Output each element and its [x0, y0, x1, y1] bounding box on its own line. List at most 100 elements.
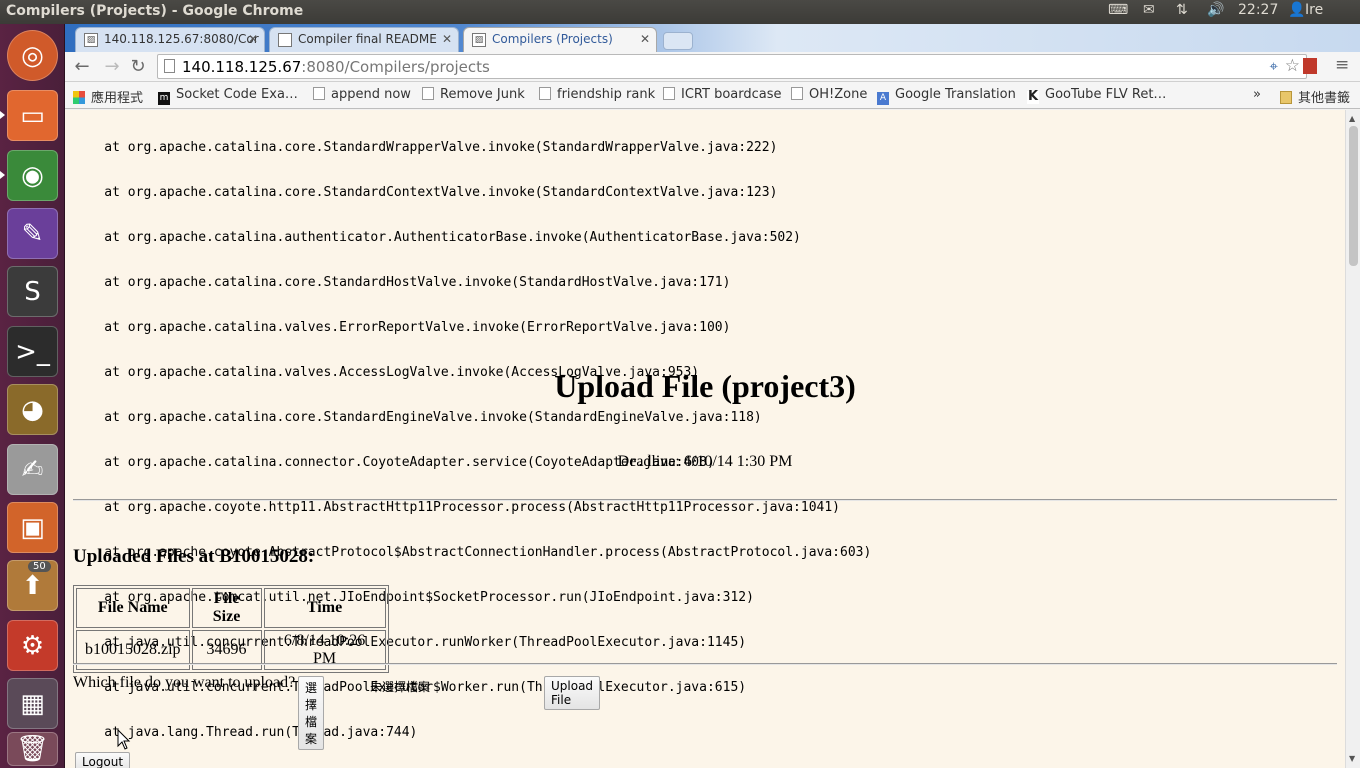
gimp-icon[interactable]: ◕	[7, 384, 58, 435]
trash-icon[interactable]: 🗑	[7, 732, 58, 766]
new-tab-button[interactable]	[663, 32, 693, 50]
k-icon: K	[1027, 89, 1039, 104]
url-host: 140.118.125.67	[182, 58, 302, 76]
software-center-icon[interactable]: ▣	[7, 502, 58, 553]
divider	[73, 499, 1337, 501]
bookmark-friendship-rank[interactable]: friendship rank	[539, 87, 655, 102]
terminal-icon[interactable]: >_	[7, 326, 58, 377]
scroll-up-icon[interactable]: ▲	[1349, 114, 1355, 123]
network-icon[interactable]: ⇅	[1176, 2, 1188, 18]
tab-label: 140.118.125.67:8080/Cor	[104, 32, 259, 46]
uploaded-files-heading: Uploaded Files at B10015028:	[73, 546, 315, 567]
scroll-down-icon[interactable]: ▼	[1349, 754, 1355, 763]
folder-icon	[1280, 91, 1292, 104]
update-count-badge: 50	[28, 561, 51, 572]
tab-3-active[interactable]: ▨ Compilers (Projects) ✕	[463, 27, 657, 52]
choose-file-button[interactable]: 選擇檔案	[298, 676, 325, 750]
bookmarks-overflow-icon[interactable]: »	[1253, 87, 1261, 102]
bookmark-icrt[interactable]: ICRT boardcase	[663, 87, 782, 102]
bookmark-apps[interactable]: 應用程式	[73, 87, 143, 106]
page-icon	[539, 87, 551, 100]
bookmark-append-now[interactable]: append now	[313, 87, 411, 102]
volume-icon[interactable]: 🔊	[1207, 2, 1224, 18]
page-icon	[422, 87, 434, 100]
translate-icon: A	[877, 92, 889, 105]
upload-prompt: Which file do you want to upload?	[73, 674, 296, 691]
upload-form: Which file do you want to upload? 選擇檔案 未…	[73, 674, 601, 750]
stack-trace-line: at org.apache.catalina.valves.ErrorRepor…	[73, 320, 731, 335]
page-title: Upload File (project3)	[554, 368, 856, 404]
text-editor-icon[interactable]: ✍	[7, 444, 58, 495]
reload-icon[interactable]: ↻	[126, 56, 150, 78]
bookmark-remove-junk[interactable]: Remove Junk	[422, 87, 525, 102]
page-favicon-icon: ▨	[472, 33, 486, 47]
clock[interactable]: 22:27	[1238, 2, 1278, 18]
bookmark-star-icon[interactable]: ☆	[1285, 56, 1300, 76]
extension-book-icon[interactable]	[1303, 58, 1317, 74]
inkscape-icon[interactable]: ✎	[7, 208, 58, 259]
user-name[interactable]: Ire	[1305, 2, 1323, 18]
running-indicator	[0, 171, 5, 179]
ubuntu-dash-icon[interactable]: ◎	[7, 30, 58, 81]
bookmarks-bar: 應用程式 m Socket Code Exa… append now Remove…	[65, 82, 1360, 109]
page-icon	[791, 87, 803, 100]
tab-2[interactable]: Compiler final README ✕	[269, 27, 459, 52]
bookmark-other[interactable]: 其他書籤	[1280, 87, 1350, 106]
stack-trace-line: at org.apache.catalina.core.StandardWrap…	[73, 140, 778, 155]
url-path: :8080/Compilers/projects	[301, 58, 490, 76]
user-icon[interactable]: 👤	[1288, 2, 1305, 18]
workspace-switcher-icon[interactable]: ▦	[7, 678, 58, 729]
address-bar[interactable]: 140.118.125.67:8080/Compilers/projects ⌖…	[157, 54, 1307, 79]
page-content: at org.apache.catalina.core.StandardWrap…	[65, 110, 1345, 768]
scroll-thumb[interactable]	[1349, 126, 1358, 266]
table-header-row: File Name File Size Time	[76, 588, 386, 628]
vertical-scrollbar[interactable]: ▲ ▼	[1345, 110, 1360, 768]
page-favicon-icon: ▨	[84, 33, 98, 47]
deadline-text: Deadline: 6/10/14 1:30 PM	[617, 453, 793, 470]
window-title: Compilers (Projects) - Google Chrome	[6, 3, 304, 19]
mouse-cursor-icon	[117, 729, 131, 750]
tab-1[interactable]: ▨ 140.118.125.67:8080/Cor ✕	[75, 27, 265, 52]
system-settings-icon[interactable]: ⚙	[7, 620, 58, 671]
bookmark-socket-code[interactable]: m Socket Code Exa…	[158, 87, 298, 105]
stack-trace-line: at java.lang.Thread.run(Thread.java:744)	[73, 725, 418, 740]
upload-file-button[interactable]: Upload File	[544, 676, 601, 710]
keyboard-icon[interactable]: ⌨	[1108, 2, 1128, 18]
forward-icon[interactable]: →	[100, 56, 124, 78]
divider	[73, 663, 1337, 665]
menu-icon[interactable]: ≡	[1335, 55, 1349, 75]
extension-icon[interactable]: ⌖	[1270, 57, 1278, 75]
uploaded-files-table: File Name File Size Time b10015028.zip 3…	[73, 585, 389, 673]
document-favicon-icon	[278, 33, 292, 47]
stack-trace-line: at org.apache.catalina.core.StandardEngi…	[73, 410, 762, 425]
browser-window: ▨ 140.118.125.67:8080/Cor ✕ Compiler fin…	[65, 24, 1360, 768]
close-tab-icon[interactable]: ✕	[442, 32, 452, 46]
bookmark-google-translation[interactable]: A Google Translation	[877, 87, 1016, 105]
bookmark-ohzone[interactable]: OH!Zone	[791, 87, 867, 102]
m-icon: m	[158, 92, 170, 105]
launcher: ◎ ▭ ◉ ✎ S >_ ◕ ✍ ▣ ⬆ 50 ⚙ ▦ 🗑	[0, 24, 65, 768]
logout-button[interactable]: Logout	[75, 752, 131, 768]
back-icon[interactable]: ←	[70, 56, 94, 78]
column-header-time: Time	[263, 588, 386, 628]
page-icon	[663, 87, 675, 100]
tab-strip: ▨ 140.118.125.67:8080/Cor ✕ Compiler fin…	[65, 24, 1360, 52]
bookmark-gootube[interactable]: K GooTube FLV Ret…	[1027, 87, 1166, 104]
column-header-file-size: File Size	[191, 588, 262, 628]
close-tab-icon[interactable]: ✕	[640, 32, 650, 46]
mail-icon[interactable]: ✉	[1143, 2, 1155, 18]
apps-grid-icon	[73, 91, 85, 104]
stack-trace-line: at org.apache.coyote.http11.AbstractHttp…	[73, 500, 841, 515]
page-icon	[164, 59, 175, 73]
url-text: 140.118.125.67:8080/Compilers/projects	[182, 58, 490, 76]
stack-trace-line: at org.apache.catalina.core.StandardCont…	[73, 185, 778, 200]
close-tab-icon[interactable]: ✕	[248, 32, 258, 46]
files-icon[interactable]: ▭	[7, 90, 58, 141]
chrome-icon[interactable]: ◉	[7, 150, 58, 201]
stack-trace-line: at org.apache.catalina.authenticator.Aut…	[73, 230, 801, 245]
running-indicator	[0, 111, 5, 119]
toolbar: ← → ↻ 140.118.125.67:8080/Compilers/proj…	[65, 52, 1360, 82]
sublime-text-icon[interactable]: S	[7, 266, 58, 317]
top-panel: Compilers (Projects) - Google Chrome ⌨ ✉…	[0, 0, 1360, 24]
tab-label: Compiler final README	[298, 32, 437, 46]
